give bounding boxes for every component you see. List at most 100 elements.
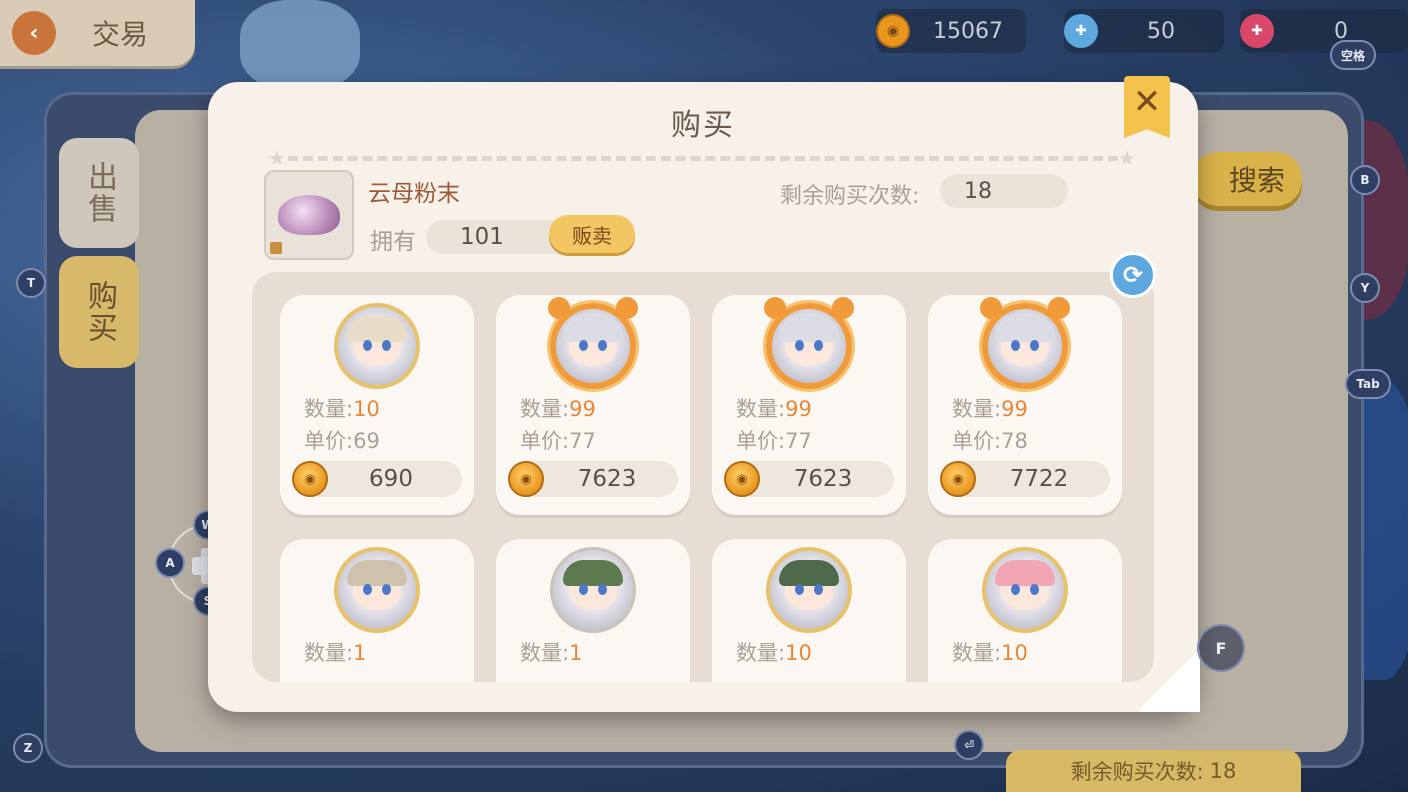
unit-price-row: 单价:77 [736,425,812,455]
refresh-icon[interactable]: ⟳ [1110,252,1156,298]
background-remaining-purchases: 剩余购买次数: 18 [1006,750,1301,792]
tab-buy[interactable]: 购买 [59,256,139,368]
total-price-value: 690 [369,466,413,492]
gold-coin-icon: ◉ [876,14,910,48]
character-eye [1030,340,1039,351]
character-eye [1030,584,1039,595]
key-hint-tab: Tab [1345,369,1391,399]
quantity-value: 10 [353,397,380,421]
character-face-icon [779,316,839,366]
star-icon: ★ [268,146,286,170]
key-hint-a: A [155,548,185,578]
listing-card[interactable]: 数量:10 单价:69 ◉ 690 [280,295,474,515]
unit-price-value: 69 [353,429,380,453]
character-avatar [982,547,1068,633]
quantity-value: 10 [1001,641,1028,665]
unit-price-row: 单价:78 [952,425,1028,455]
unit-price-value: 78 [1001,429,1028,453]
currency-crystal[interactable]: ✚ 50 [1064,9,1224,53]
key-hint-enter: ⏎ [954,730,984,760]
character-hair [563,560,623,586]
gold-coin-icon: ◉ [940,461,976,497]
currency-gold: ◉ 15067 [876,9,1026,53]
red-gem-plus-icon: ✚ [1240,14,1274,48]
item-thumbnail [264,170,354,260]
character-face-icon [995,316,1055,366]
divider [288,156,1118,161]
currency-gem[interactable]: ✚ 0 [1240,9,1408,53]
character-avatar [980,297,1070,389]
listing-list[interactable]: 数量:10 单价:69 ◉ 690 数量:99 单价:77 ◉ 7623 数量:… [252,272,1154,682]
remaining-purchases-value: 18 [940,174,1068,208]
quantity-row: 数量:10 [736,637,812,667]
total-price-button[interactable]: ◉ 7623 [724,461,894,497]
quantity-label: 数量: [952,641,1002,665]
character-eye [1011,584,1020,595]
bear-ear-icon [548,297,570,319]
listing-card[interactable]: 数量:1 [496,539,690,682]
unit-price-value: 77 [569,429,596,453]
character-hair [347,560,407,586]
quantity-value: 99 [569,397,596,421]
quantity-row: 数量:99 [736,393,812,423]
character-eye [795,340,804,351]
character-face-icon [779,560,839,610]
gold-value: 15067 [933,18,1003,44]
screen-title: 交易 [92,18,149,51]
gold-coin-icon: ◉ [724,461,760,497]
quantity-row: 数量:1 [520,637,582,667]
character-avatar [334,303,420,389]
sell-button[interactable]: 贩卖 [549,215,635,253]
total-price-button[interactable]: ◉ 690 [292,461,462,497]
listing-card[interactable]: 数量:99 单价:77 ◉ 7623 [712,295,906,515]
bear-ear-icon [1048,297,1070,319]
character-eye [363,584,372,595]
unit-price-row: 单价:77 [520,425,596,455]
listing-card[interactable]: 数量:1 [280,539,474,682]
tab-sell[interactable]: 出售 [59,138,139,248]
quantity-label: 数量: [520,641,570,665]
total-price-value: 7623 [793,466,853,492]
background-remaining-value: 18 [1209,759,1237,783]
quantity-label: 数量: [520,397,570,421]
key-hint-t: T [16,268,46,298]
listing-card[interactable]: 数量:10 [712,539,906,682]
key-hint-space: 空格 [1330,40,1376,70]
character-eye [795,584,804,595]
rarity-badge-icon [270,242,282,254]
close-x-icon[interactable]: ✕ [1124,76,1170,138]
gold-coin-icon: ◉ [508,461,544,497]
bear-ear-icon [616,297,638,319]
character-eye [382,340,391,351]
character-eye [579,340,588,351]
character-eye [1011,340,1020,351]
quantity-label: 数量: [736,641,786,665]
total-price-button[interactable]: ◉ 7623 [508,461,678,497]
character-avatar [766,547,852,633]
key-hint-f: F [1197,624,1245,672]
crystal-value: 50 [1147,18,1175,44]
back-button[interactable]: ‹ 交易 [0,0,195,66]
purchase-dialog: 购买 ✕ ★ ★ 云母粉末 拥有 10 1 贩卖 剩余购买次数: 18 ⟳ 数量:… [208,76,1198,712]
listing-card[interactable]: 数量:10 [928,539,1122,682]
character-hair [779,560,839,586]
character-eye [579,584,588,595]
character-face-icon [347,316,407,366]
character-hair [779,316,839,342]
listing-card[interactable]: 数量:99 单价:77 ◉ 7623 [496,295,690,515]
quantity-value: 1 [353,641,367,665]
character-eye [382,584,391,595]
character-face-icon [347,560,407,610]
character-face-icon [995,560,1055,610]
key-hint-y: Y [1350,273,1380,303]
search-button[interactable]: 搜索 [1192,152,1302,206]
quantity-row: 数量:1 [304,637,366,667]
character-hair [995,560,1055,586]
item-name: 云母粉末 [368,181,460,207]
total-price-button[interactable]: ◉ 7722 [940,461,1110,497]
background-remaining-label: 剩余购买次数: [1070,760,1204,784]
quantity-row: 数量:99 [520,393,596,423]
crystal-rock-decoration [240,0,360,90]
listing-card[interactable]: 数量:99 单价:78 ◉ 7722 [928,295,1122,515]
unit-price-label: 单价: [952,429,1002,453]
